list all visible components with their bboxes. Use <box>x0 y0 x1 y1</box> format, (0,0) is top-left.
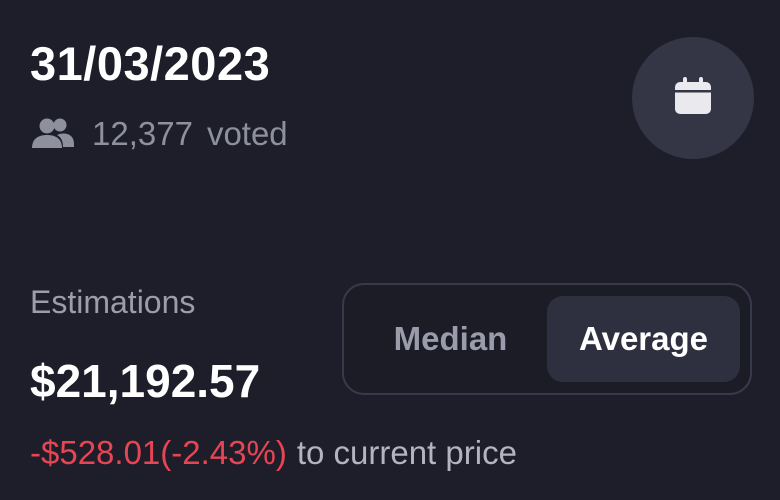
vote-suffix: voted <box>206 115 288 152</box>
toggle-median[interactable]: Median <box>354 296 547 382</box>
calendar-button[interactable] <box>632 37 754 159</box>
price-change-suffix: to current price <box>296 434 517 471</box>
estimation-mode-toggle: Median Average <box>342 283 752 395</box>
toggle-average[interactable]: Average <box>547 296 740 382</box>
price-change: -$528.01(-2.43%) to current price <box>30 432 517 474</box>
estimated-price: $21,192.57 <box>30 355 261 407</box>
estimations-label: Estimations <box>30 284 196 320</box>
price-change-delta: -$528.01(-2.43%) <box>30 434 287 471</box>
calendar-icon <box>671 74 715 123</box>
users-icon <box>30 117 76 151</box>
forecast-date: 31/03/2023 <box>30 37 271 90</box>
vote-summary: 12,377 voted <box>30 112 288 156</box>
vote-count: 12,377 <box>92 115 193 152</box>
